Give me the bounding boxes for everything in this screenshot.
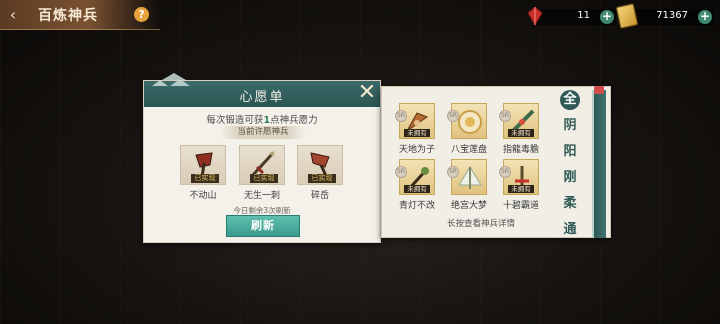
long-press-hint: 长按查看神兵详情 — [446, 219, 515, 229]
weapon-item-qingdengbugai[interactable]: SR 未拥有 青灯不改 — [394, 159, 440, 211]
current-wish-label: 当前许愿神兵 — [220, 126, 306, 139]
filter-sidebar-bg — [592, 90, 606, 238]
help-button[interactable]: ? — [134, 7, 149, 22]
currency-red-gem: 11 + — [527, 6, 616, 26]
filter-rou[interactable]: 柔 — [560, 194, 580, 214]
weapon-item-tiandiweizi[interactable]: SR 未拥有 天地为子 — [394, 103, 440, 155]
currency-value: 11 — [577, 10, 590, 21]
wish-item-wushengyici[interactable]: 已实现 无生一刺 — [239, 145, 287, 201]
not-owned-badge: 未拥有 — [508, 129, 534, 137]
wish-item-suiyue[interactable]: 已实现 碎岳 — [297, 145, 345, 201]
weapon-item-zhilongdudan[interactable]: SR 未拥有 指龍毒膽 — [498, 103, 544, 155]
back-arrow-icon: ‹ — [9, 5, 17, 24]
wish-list-panel: 心愿单 ✕ 每次锻造可获1点神兵愿力 当前许愿神兵 已实现 不动山 已实现 无生… — [143, 73, 381, 243]
wish-item-name: 无生一刺 — [243, 191, 280, 201]
currency-value: 71367 — [656, 10, 688, 21]
weapon-thumbnail: SR 未拥有 — [499, 103, 539, 139]
weapon-item-juegongdameng[interactable]: SR 绝宫大梦 — [446, 159, 492, 211]
pagoda-decoration-icon — [152, 73, 190, 86]
filter-column: 全 阴 阳 刚 柔 通 — [560, 90, 582, 246]
realized-badge: 已实现 — [191, 174, 219, 183]
add-ticket-button[interactable]: + — [698, 10, 712, 24]
weapon-name: 八宝莲盘 — [450, 145, 487, 155]
lotus-plate-icon — [458, 110, 482, 134]
filter-all[interactable]: 全 — [560, 90, 580, 110]
wish-panel-title: 心愿单 — [239, 90, 285, 105]
weapon-name: 绝宫大梦 — [450, 201, 487, 211]
weapon-thumbnail: SR 未拥有 — [395, 103, 435, 139]
weapon-thumbnail: SR — [447, 103, 487, 139]
weapon-thumbnail: 已实现 — [297, 145, 343, 185]
wish-item-name: 不动山 — [189, 191, 217, 201]
weapon-item-shibibadao[interactable]: SR 未拥有 十碧霸道 — [498, 159, 544, 211]
weapon-name: 青灯不改 — [398, 201, 435, 211]
filter-tong[interactable]: 通 — [560, 220, 580, 240]
not-owned-badge: 未拥有 — [508, 185, 534, 193]
refresh-button[interactable]: 刷新 — [226, 215, 300, 237]
close-button[interactable]: ✕ — [356, 82, 378, 104]
red-gem-icon — [527, 6, 543, 26]
wish-description: 每次锻造可获1点神兵愿力 — [206, 115, 318, 126]
title-bar: ‹ 百炼神兵 ? — [0, 0, 160, 30]
fan-weapon-icon — [458, 166, 482, 189]
weapon-thumbnail: 已实现 — [180, 145, 226, 185]
back-button[interactable]: ‹ — [4, 6, 22, 24]
realized-badge: 已实现 — [250, 174, 278, 183]
currency-gold-ticket: 71367 + — [615, 3, 714, 29]
filter-yin[interactable]: 阴 — [560, 116, 580, 136]
wish-panel-header: 心愿单 ✕ — [144, 73, 380, 107]
not-owned-badge: 未拥有 — [404, 129, 430, 137]
weapon-name: 指龍毒膽 — [502, 145, 539, 155]
weapon-thumbnail: SR 未拥有 — [499, 159, 539, 195]
add-gem-button[interactable]: + — [600, 10, 614, 24]
weapon-name: 十碧霸道 — [502, 201, 539, 211]
filter-yang[interactable]: 阳 — [560, 142, 580, 162]
realized-badge: 已实现 — [308, 174, 336, 183]
weapon-item-babaolianpan[interactable]: SR 八宝莲盘 — [446, 103, 492, 155]
not-owned-badge: 未拥有 — [404, 185, 430, 193]
filter-gang[interactable]: 刚 — [560, 168, 580, 188]
weapon-name: 天地为子 — [398, 145, 435, 155]
wish-item-name: 碎岳 — [310, 191, 329, 201]
weapon-thumbnail: SR 未拥有 — [395, 159, 435, 195]
red-marker-icon — [594, 86, 604, 94]
page-title: 百炼神兵 — [38, 8, 98, 24]
wish-item-budongshan[interactable]: 已实现 不动山 — [180, 145, 228, 201]
weapon-thumbnail: SR — [447, 159, 487, 195]
weapon-thumbnail: 已实现 — [239, 145, 285, 185]
